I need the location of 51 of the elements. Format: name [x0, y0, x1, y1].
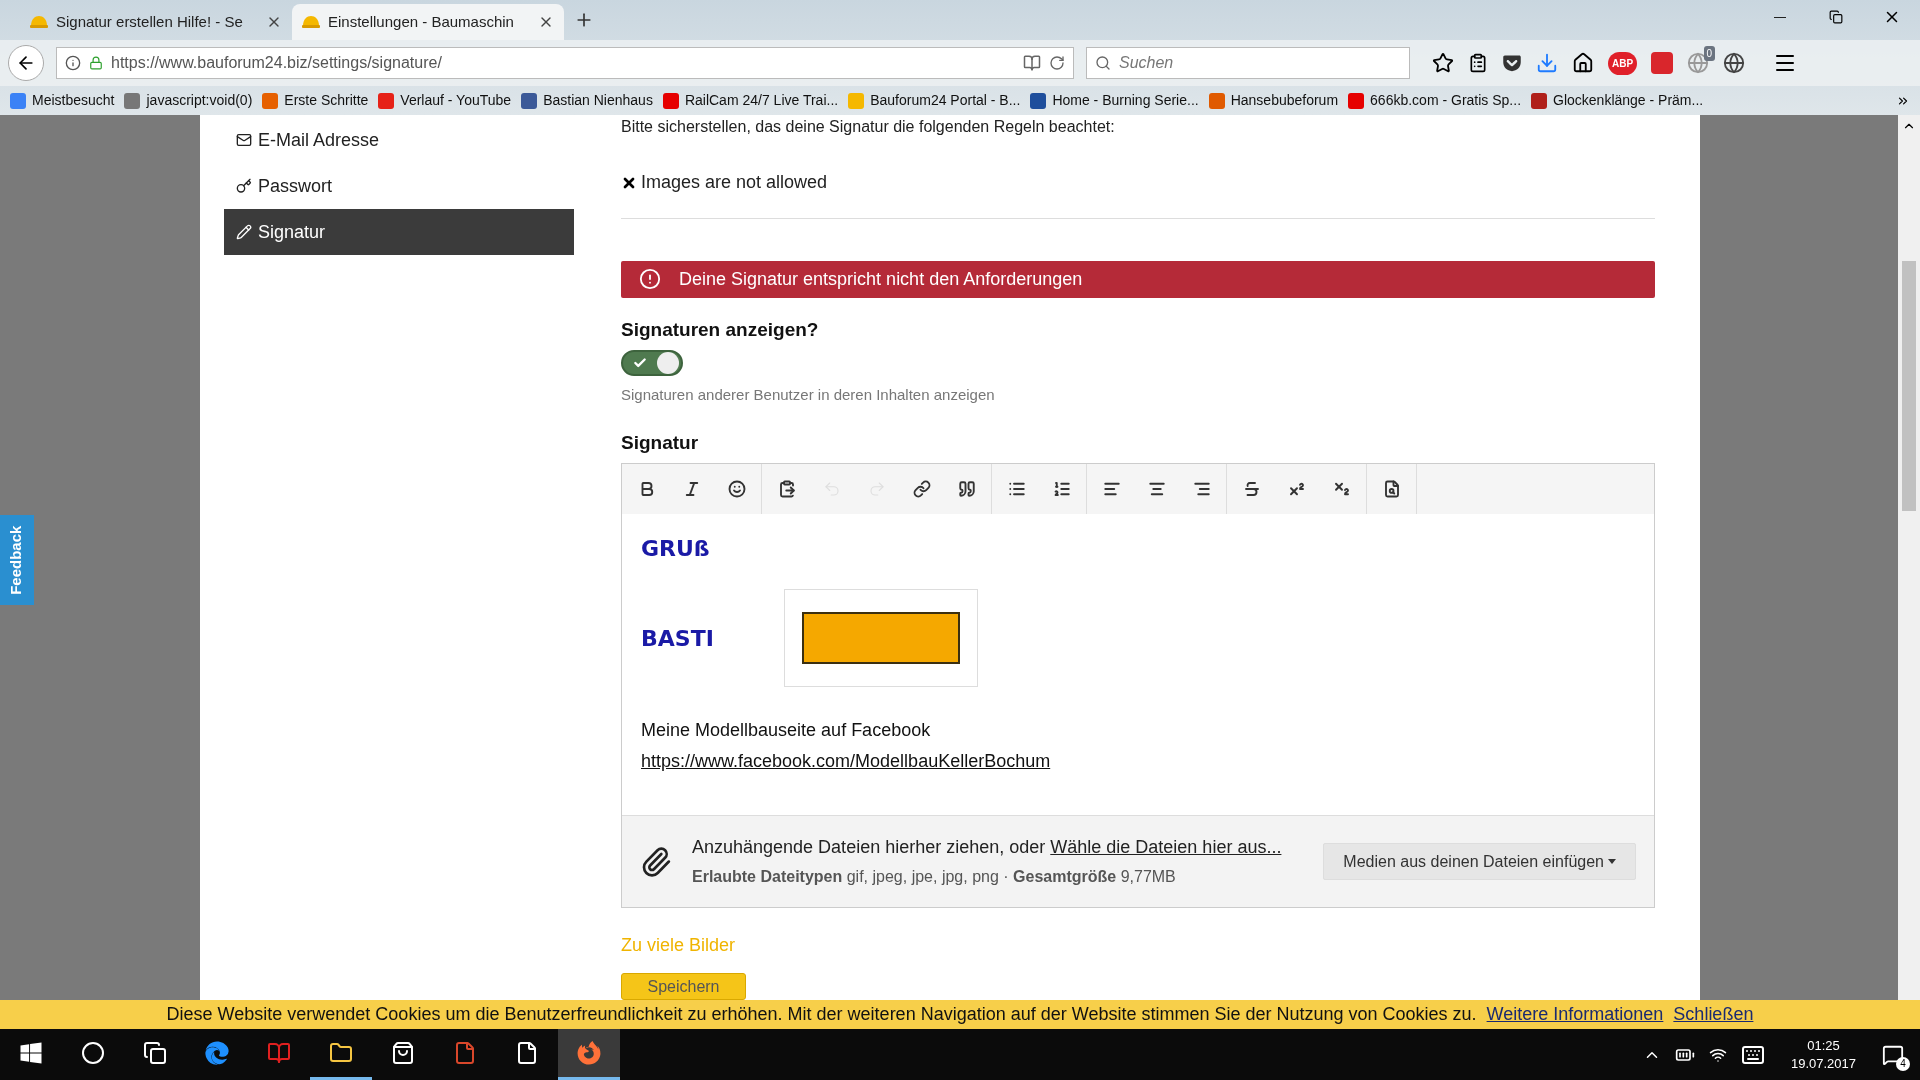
browser-tab[interactable]: Signatur erstellen Hilfe! - Se [20, 4, 292, 40]
insert-media-button[interactable]: Medien aus deinen Dateien einfügen [1323, 843, 1636, 881]
allowed-types-text: Erlaubte Dateitypen gif, jpeg, jpe, jpg, png · Gesamtgröße 9,77MB [692, 867, 1177, 888]
greeting-text: GRUß [641, 535, 711, 564]
name-text: BASTI [641, 624, 715, 653]
drop-hint-text: Anzuhängende Dateien hierher ziehen, oder Wähle die Dateien hier aus... [692, 836, 1283, 860]
bookmark-item[interactable]: Bastian Nienhaus [521, 90, 653, 111]
save-button[interactable]: Speichern [621, 973, 746, 1000]
sidebar-label: E-Mail Adresse [258, 128, 380, 152]
url-text: https://www.bauforum24.biz/settings/signature/ [111, 53, 443, 73]
address-bar[interactable]: https://www.bauforum24.biz/settings/signature/ [56, 47, 1074, 79]
bookmark-item[interactable]: 666kb.com - Gratis Sp... [1348, 90, 1522, 111]
close-link[interactable]: Schließen [1673, 1001, 1754, 1028]
browser-tab[interactable]: Einstellungen - Baumaschin [292, 4, 564, 40]
tab-title: Einstellungen - Baumaschin [328, 11, 515, 32]
more-info-link[interactable]: Weitere Informationen [1486, 1001, 1664, 1028]
warning-text: Zu viele Bilder [621, 934, 737, 958]
bookmark-item[interactable]: Meistbesucht [10, 90, 115, 111]
clock-date: 19.07.2017 [1790, 1054, 1856, 1073]
sidebar-item[interactable]: E-Mail Adresse [224, 117, 574, 163]
adblock-button[interactable]: ABP [1608, 51, 1638, 75]
bookmark-item[interactable]: Hansebubeforum [1208, 90, 1339, 111]
sidebar-item[interactable]: Signatur [224, 209, 574, 255]
sidebar-item[interactable]: Passwort [224, 163, 574, 209]
sidebar-label: Passwort [258, 174, 333, 198]
hint-text: Signaturen anderer Benutzer in deren Inhalten anzeigen [621, 385, 996, 406]
choose-files-link[interactable]: Wähle die Dateien hier aus... [1050, 837, 1282, 858]
search-input[interactable]: Suchen [1119, 51, 1399, 75]
tab-title: Signatur erstellen Hilfe! - Se [56, 11, 244, 32]
cookie-text: Diese Website verwendet Cookies um die Benutzerfreundlichkeit zu erhöhen. Mit der weiteren Navigation auf der Website stimmen Sie der Nutzung von Cookies zu. [166, 1003, 1477, 1026]
section-heading: Signatur [621, 430, 700, 455]
bookmark-item[interactable]: Bauforum24 Portal - B... [848, 90, 1021, 111]
clock-time: 01:25 [1807, 1036, 1840, 1055]
bookmark-item[interactable]: Home - Burning Serie... [1030, 90, 1199, 111]
body-text: Meine Modellbauseite auf Facebook [641, 719, 932, 743]
count-badge: 0 [1703, 46, 1716, 61]
section-heading: Signaturen anzeigen? [621, 317, 820, 342]
facebook-link[interactable]: https://www.facebook.com/ModellbauKellerBochum [641, 748, 1051, 776]
bookmark-item[interactable]: RailCam 24/7 Live Trai... [662, 90, 839, 111]
bookmark-item[interactable]: javascript:void(0) [124, 90, 253, 111]
rule-text: Images are not allowed [641, 171, 828, 194]
error-alert: Deine Signatur entspricht nicht den Anforderungen [621, 261, 1655, 298]
sidebar-label: Signatur [258, 220, 326, 244]
notification-count: 4 [1896, 1056, 1910, 1071]
feedback-label: Feedback [6, 525, 26, 595]
bookmark-item[interactable]: Verlauf - YouTube [378, 90, 512, 111]
bookmark-item[interactable]: Glockenklänge - Präm... [1531, 90, 1704, 111]
bookmark-item[interactable]: Erste Schritte [262, 90, 369, 111]
feedback-tab[interactable]: Feedback [0, 515, 34, 605]
search-field[interactable]: Suchen [1086, 47, 1410, 79]
rules-intro: Bitte sicherstellen, das deine Signatur die folgenden Regeln beachtet: [621, 117, 1116, 137]
